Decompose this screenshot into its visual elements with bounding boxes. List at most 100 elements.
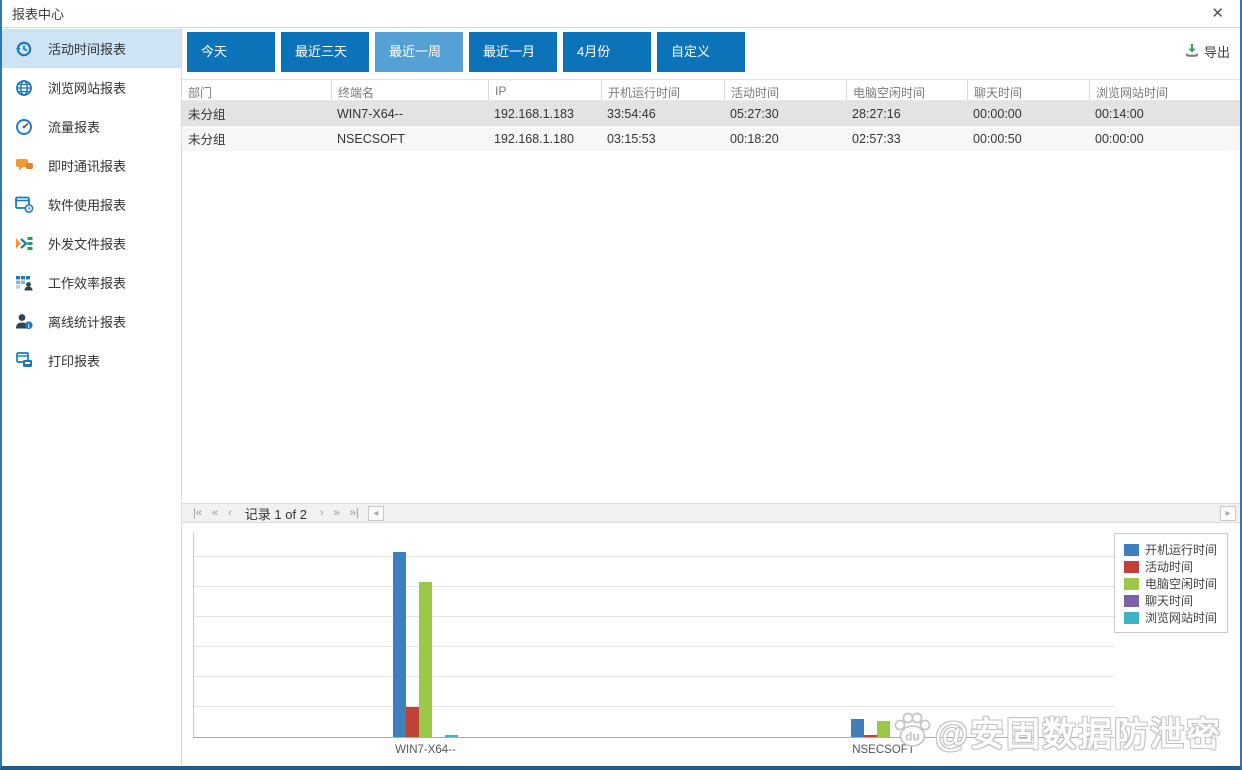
svg-text:i: i: [28, 323, 30, 330]
pager-scrollbar: |««‹记录 1 of 2›»»| ◂ ▸: [182, 503, 1240, 523]
bar-WIN7-X64---活动时间: [406, 707, 419, 737]
sidebar-item-label: 活动时间报表: [48, 39, 126, 58]
x-axis-label-0: WIN7-X64--: [356, 744, 496, 756]
globe-icon: [14, 79, 34, 97]
legend-label: 聊天时间: [1145, 592, 1193, 609]
sidebar-item-2[interactable]: 流量报表: [2, 107, 181, 146]
cell: 00:00:00: [967, 107, 1089, 121]
cell: 未分组: [182, 129, 331, 148]
tab-0[interactable]: 今天: [187, 32, 275, 72]
column-header-2[interactable]: IP: [488, 80, 601, 100]
column-header-7[interactable]: 浏览网站时间: [1089, 80, 1240, 100]
gridline: [194, 646, 1114, 647]
cell: 192.168.1.180: [488, 132, 601, 146]
offline-stats-icon: i: [14, 313, 34, 331]
tab-2[interactable]: 最近一周: [375, 32, 463, 72]
watermark-badge-text: du: [905, 730, 920, 744]
bar-WIN7-X64---浏览网站时间: [445, 735, 458, 737]
cell: 192.168.1.183: [488, 107, 601, 121]
sidebar-item-0[interactable]: 活动时间报表: [2, 29, 181, 68]
column-header-3[interactable]: 开机运行时间: [601, 80, 724, 100]
table-empty-area: [182, 151, 1240, 503]
sidebar-item-label: 流量报表: [48, 117, 100, 136]
pager-record-text: 记录 1 of 2: [237, 504, 315, 523]
pager-next-button[interactable]: ›: [315, 507, 329, 519]
sidebar-item-label: 浏览网站报表: [48, 78, 126, 97]
window-content: 活动时间报表浏览网站报表流量报表即时通讯报表软件使用报表外发文件报表工作效率报表…: [2, 28, 1240, 766]
bar-NSECSOFT-活动时间: [864, 735, 877, 737]
legend-swatch: [1124, 612, 1139, 624]
pager-last-button[interactable]: »|: [345, 507, 364, 519]
export-label: 导出: [1204, 42, 1230, 61]
legend-swatch: [1124, 578, 1139, 590]
export-button[interactable]: 导出: [1185, 42, 1230, 61]
legend-label: 开机运行时间: [1145, 541, 1217, 558]
legend-item-4: 浏览网站时间: [1124, 609, 1217, 626]
column-header-0[interactable]: 部门: [182, 80, 331, 100]
bar-NSECSOFT-开机运行时间: [851, 719, 864, 737]
sidebar-item-8[interactable]: 打印报表: [2, 341, 181, 380]
table-header: 部门终端名IP开机运行时间活动时间电脑空闲时间聊天时间浏览网站时间: [182, 79, 1240, 101]
watermark-paw-icon: du: [891, 709, 933, 754]
tab-1[interactable]: 最近三天: [281, 32, 369, 72]
chart-legend: 开机运行时间活动时间电脑空闲时间聊天时间浏览网站时间: [1114, 533, 1228, 633]
sidebar-item-1[interactable]: 浏览网站报表: [2, 68, 181, 107]
sidebar-item-label: 工作效率报表: [48, 273, 126, 292]
hscroll-right-button[interactable]: ▸: [1220, 506, 1236, 521]
legend-swatch: [1124, 595, 1139, 607]
gridline: [194, 616, 1114, 617]
sidebar: 活动时间报表浏览网站报表流量报表即时通讯报表软件使用报表外发文件报表工作效率报表…: [2, 28, 182, 766]
tab-5[interactable]: 自定义: [657, 32, 745, 72]
bar-WIN7-X64---电脑空闲时间: [419, 582, 432, 737]
cell: 00:14:00: [1089, 107, 1240, 121]
column-header-4[interactable]: 活动时间: [724, 80, 846, 100]
tab-3[interactable]: 最近一月: [469, 32, 557, 72]
legend-label: 电脑空闲时间: [1145, 575, 1217, 592]
table-row-0[interactable]: 未分组WIN7-X64--192.168.1.18333:54:4605:27:…: [182, 101, 1240, 126]
gridline: [194, 586, 1114, 587]
cell: WIN7-X64--: [331, 107, 488, 121]
hscroll-left-button[interactable]: ◂: [368, 506, 384, 521]
sidebar-item-7[interactable]: i离线统计报表: [2, 302, 181, 341]
gauge-icon: [14, 118, 34, 136]
sidebar-item-3[interactable]: 即时通讯报表: [2, 146, 181, 185]
cell: 28:27:16: [846, 107, 967, 121]
column-header-1[interactable]: 终端名: [331, 80, 488, 100]
column-header-5[interactable]: 电脑空闲时间: [846, 80, 967, 100]
cell: 00:18:20: [724, 132, 846, 146]
sidebar-item-label: 软件使用报表: [48, 195, 126, 214]
report-center-window: 报表中心 ✕ 活动时间报表浏览网站报表流量报表即时通讯报表软件使用报表外发文件报…: [0, 0, 1242, 770]
watermark: du @安固数据防泄密: [891, 707, 1222, 756]
cell: 05:27:30: [724, 107, 846, 121]
main-panel: 今天最近三天最近一周最近一月4月份自定义 导出 部门终端名IP开机运行时间活动时…: [182, 28, 1240, 766]
tab-4[interactable]: 4月份: [563, 32, 651, 72]
sidebar-item-label: 打印报表: [48, 351, 100, 370]
watermark-text: @安固数据防泄密: [935, 707, 1222, 756]
title-bar: 报表中心 ✕: [2, 0, 1240, 28]
table-row-1[interactable]: 未分组NSECSOFT192.168.1.18003:15:5300:18:20…: [182, 126, 1240, 151]
cell: 02:57:33: [846, 132, 967, 146]
sidebar-item-label: 即时通讯报表: [48, 156, 126, 175]
printer-icon: [14, 352, 34, 370]
pager-fast-next-button[interactable]: »: [329, 507, 345, 519]
table-body: 未分组WIN7-X64--192.168.1.18333:54:4605:27:…: [182, 101, 1240, 151]
bar-NSECSOFT-电脑空闲时间: [877, 721, 890, 737]
legend-label: 活动时间: [1145, 558, 1193, 575]
software-usage-icon: [14, 196, 34, 214]
pager-first-button[interactable]: |«: [188, 507, 207, 519]
legend-item-3: 聊天时间: [1124, 592, 1217, 609]
sidebar-item-5[interactable]: 外发文件报表: [2, 224, 181, 263]
sidebar-item-label: 外发文件报表: [48, 234, 126, 253]
export-download-icon: [1185, 43, 1199, 60]
sidebar-item-4[interactable]: 软件使用报表: [2, 185, 181, 224]
legend-swatch: [1124, 561, 1139, 573]
cell: 未分组: [182, 104, 331, 123]
pager-fast-prev-button[interactable]: «: [207, 507, 223, 519]
close-icon[interactable]: ✕: [1207, 4, 1228, 23]
cell: NSECSOFT: [331, 132, 488, 146]
work-efficiency-icon: [14, 274, 34, 292]
sidebar-item-6[interactable]: 工作效率报表: [2, 263, 181, 302]
pager-prev-button[interactable]: ‹: [223, 507, 237, 519]
column-header-6[interactable]: 聊天时间: [967, 80, 1089, 100]
history-clock-icon: [14, 40, 34, 58]
